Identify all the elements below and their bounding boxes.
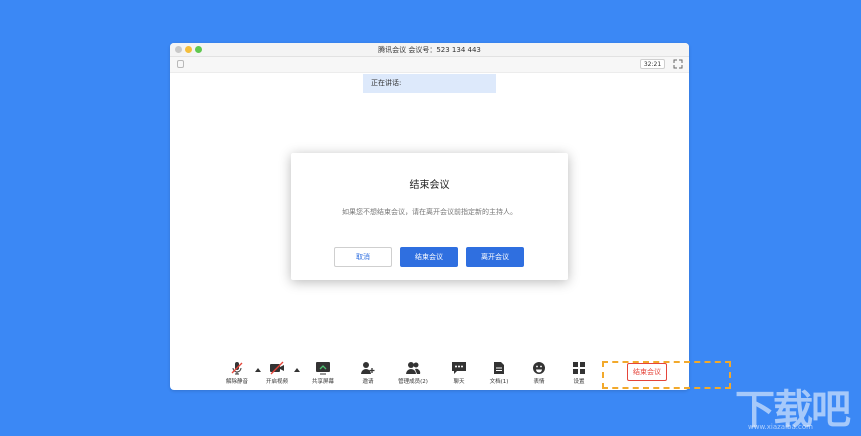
speaking-indicator: 正在讲话: xyxy=(363,74,496,93)
shield-icon[interactable] xyxy=(177,60,184,68)
chevron-up-icon[interactable] xyxy=(294,367,300,373)
settings-label: 设置 xyxy=(573,379,585,385)
documents-label: 文档(1) xyxy=(489,379,509,385)
meeting-timer: 32:21 xyxy=(640,59,665,69)
window-title: 腾讯会议 会议号：523 134 443 xyxy=(378,46,481,54)
documents-button[interactable]: 文档(1) xyxy=(477,361,521,385)
fullscreen-icon[interactable] xyxy=(673,59,683,69)
emoji-button[interactable]: 表情 xyxy=(517,361,561,385)
invite-icon xyxy=(361,362,375,374)
share-screen-button[interactable]: 共享屏幕 xyxy=(301,361,345,385)
leave-meeting-button[interactable]: 离开会议 xyxy=(466,247,524,267)
share-screen-icon xyxy=(316,362,330,375)
invite-button[interactable]: 邀请 xyxy=(346,361,390,385)
settings-icon xyxy=(573,362,585,374)
settings-button[interactable]: 设置 xyxy=(557,361,601,385)
highlight-box xyxy=(602,361,731,389)
end-meeting-dialog: 结束会议 如果您不想结束会议，请在离开会议前指定新的主持人。 取消 结束会议 离… xyxy=(291,153,568,280)
top-toolbar: 32:21 xyxy=(170,57,689,73)
mic-muted-icon xyxy=(231,362,243,375)
chat-button[interactable]: 聊天 xyxy=(437,361,481,385)
cancel-button[interactable]: 取消 xyxy=(334,247,392,267)
title-bar: 腾讯会议 会议号：523 134 443 xyxy=(170,43,689,57)
end-meeting-confirm-button[interactable]: 结束会议 xyxy=(400,247,458,267)
dialog-title: 结束会议 xyxy=(409,180,450,191)
video-off-icon xyxy=(270,361,284,375)
start-video-button[interactable]: 开启视频 xyxy=(255,361,299,385)
dialog-message: 如果您不想结束会议，请在离开会议前指定新的主持人。 xyxy=(342,208,517,216)
members-icon xyxy=(406,362,421,374)
document-icon xyxy=(494,362,504,374)
emoji-icon xyxy=(533,362,545,374)
unmute-button[interactable]: 解除静音 xyxy=(215,361,259,385)
start-video-label: 开启视频 xyxy=(265,379,288,385)
watermark-url: www.xiazaiba.com xyxy=(748,423,813,431)
emoji-label: 表情 xyxy=(533,379,545,385)
manage-members-button[interactable]: 管理成员(2) xyxy=(391,361,435,385)
chat-label: 聊天 xyxy=(453,379,465,385)
meeting-window: 腾讯会议 会议号：523 134 443 32:21 正在讲话: 结束会议 如果… xyxy=(170,43,689,390)
share-screen-label: 共享屏幕 xyxy=(311,379,334,385)
invite-label: 邀请 xyxy=(362,379,374,385)
chat-icon xyxy=(452,362,466,374)
unmute-label: 解除静音 xyxy=(225,379,248,385)
manage-members-label: 管理成员(2) xyxy=(398,379,428,385)
